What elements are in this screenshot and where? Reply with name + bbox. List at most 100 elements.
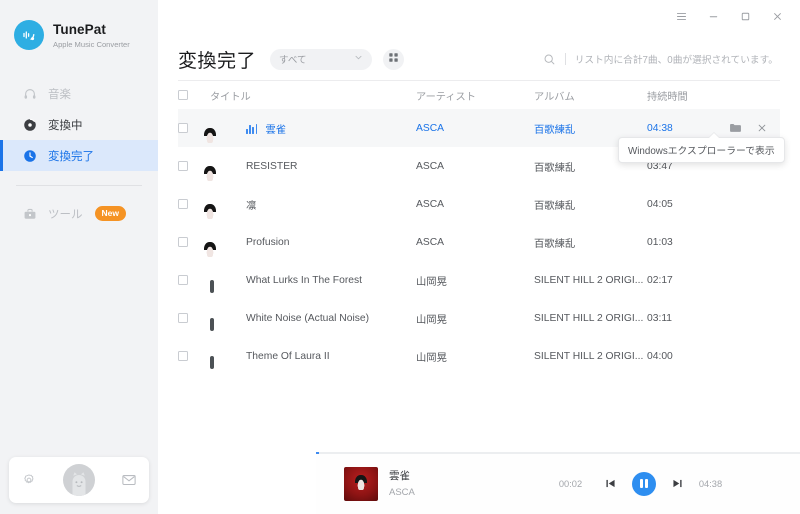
- header-divider: [564, 53, 566, 65]
- sidebar-item-music[interactable]: 音楽: [0, 78, 158, 109]
- row-checkbox[interactable]: [178, 275, 188, 285]
- row-artist: 山岡晃: [416, 276, 447, 288]
- close-button[interactable]: [762, 4, 792, 28]
- elapsed-time: 00:02: [558, 478, 583, 489]
- app-window: TunePat Apple Music Converter 音楽 変換中 変換完…: [0, 0, 800, 514]
- next-track-icon[interactable]: [671, 477, 684, 490]
- headphones-icon: [22, 86, 38, 102]
- row-artist: ASCA: [416, 236, 445, 248]
- column-duration: 持続時間: [647, 91, 688, 103]
- total-time: 04:38: [698, 478, 723, 489]
- row-checkbox[interactable]: [178, 161, 188, 171]
- select-all-checkbox-cell: [178, 90, 210, 100]
- row-album: 百歌練乱: [534, 238, 576, 250]
- player-bar: 雲雀 ASCA 00:02 04:38: [316, 452, 800, 514]
- row-checkbox[interactable]: [178, 199, 188, 209]
- maximize-button[interactable]: [730, 4, 760, 28]
- now-playing-art: [344, 466, 378, 501]
- row-title: 凛: [246, 200, 257, 212]
- select-all-checkbox[interactable]: [178, 90, 188, 100]
- row-album: SILENT HILL 2 ORIGI...: [534, 274, 644, 286]
- now-playing-meta: 雲雀 ASCA: [389, 470, 415, 498]
- row-title: 雲雀: [265, 124, 287, 136]
- column-title: タイトル: [210, 91, 251, 103]
- page-header: 変換完了 すべて リスト内に合計7曲、0曲が選択されています。: [158, 32, 800, 80]
- player-controls: 00:02 04:38: [558, 471, 729, 496]
- tooltip: Windowsエクスプローラーで表示: [618, 132, 785, 163]
- envelope-icon[interactable]: [121, 474, 136, 486]
- converting-icon: [22, 117, 38, 133]
- sidebar-item-converted[interactable]: 変換完了: [0, 140, 158, 171]
- sidebar-divider: [16, 185, 142, 186]
- row-duration: 04:05: [647, 198, 673, 210]
- previous-track-icon[interactable]: [604, 477, 617, 490]
- column-artist: アーティスト: [416, 91, 476, 103]
- row-checkbox[interactable]: [178, 237, 188, 247]
- row-artist: 山岡晃: [416, 352, 447, 364]
- row-duration: 02:17: [647, 274, 673, 286]
- table-row[interactable]: What Lurks In The Forest 山岡晃 SILENT HILL…: [178, 261, 780, 299]
- new-badge: New: [94, 206, 126, 221]
- row-album: SILENT HILL 2 ORIGI...: [534, 350, 644, 362]
- table-row[interactable]: Profusion ASCA 百歌練乱 01:03: [178, 223, 780, 261]
- table-header-row: タイトル アーティスト アルバム 持続時間: [178, 81, 780, 109]
- grid-view-toggle[interactable]: [383, 48, 405, 70]
- header-right: リスト内に合計7曲、0曲が選択されています。: [543, 52, 780, 66]
- sidebar-item-label: 変換完了: [48, 150, 94, 163]
- row-title: Profusion: [246, 236, 290, 248]
- playback-progress-bar[interactable]: [316, 452, 800, 454]
- search-icon[interactable]: [543, 53, 556, 66]
- table-row[interactable]: Theme Of Laura II 山岡晃 SILENT HILL 2 ORIG…: [178, 337, 780, 375]
- filter-dropdown-value: すべて: [279, 55, 307, 66]
- sidebar-item-converting[interactable]: 変換中: [0, 109, 158, 140]
- app-name: TunePat: [53, 21, 106, 37]
- row-album: SILENT HILL 2 ORIGI...: [534, 312, 644, 324]
- minimize-button[interactable]: [698, 4, 728, 28]
- chevron-down-icon: [354, 53, 363, 65]
- now-playing-icon: [246, 123, 258, 134]
- pause-icon[interactable]: [631, 471, 656, 496]
- row-artist: 山岡晃: [416, 314, 447, 326]
- now-playing-artist: ASCA: [389, 486, 415, 498]
- row-checkbox[interactable]: [178, 313, 188, 323]
- row-checkbox[interactable]: [178, 351, 188, 361]
- filter-dropdown[interactable]: すべて: [270, 48, 373, 70]
- sidebar-item-label: 変換中: [48, 119, 83, 132]
- row-title: RESISTER: [246, 160, 298, 172]
- table-row[interactable]: 凛 ASCA 百歌練乱 04:05: [178, 185, 780, 223]
- sidebar-item-label: ツール: [48, 208, 83, 221]
- row-duration: 03:11: [647, 312, 673, 324]
- clock-icon: [22, 148, 38, 164]
- brand: TunePat Apple Music Converter: [0, 0, 158, 56]
- now-playing-title: 雲雀: [389, 469, 410, 482]
- selection-count-text: リスト内に合計7曲、0曲が選択されています。: [574, 55, 778, 66]
- row-artist: ASCA: [416, 122, 445, 134]
- row-duration: 01:03: [647, 236, 673, 248]
- avatar[interactable]: [62, 464, 95, 496]
- gear-icon[interactable]: [22, 473, 36, 487]
- row-title: What Lurks In The Forest: [246, 274, 362, 286]
- track-table: タイトル アーティスト アルバム 持続時間 雲雀 ASCA 百歌練乱 04:38: [158, 81, 800, 375]
- grid-view-icon: [388, 50, 399, 68]
- close-icon[interactable]: [756, 122, 768, 134]
- toolbox-icon: [22, 206, 38, 222]
- row-artist: ASCA: [416, 160, 445, 172]
- row-checkbox[interactable]: [178, 123, 188, 133]
- row-album: 百歌練乱: [534, 124, 576, 136]
- main-content: 変換完了 すべて リスト内に合計7曲、0曲が選択されています。 タイトル アーテ…: [158, 0, 800, 514]
- hamburger-menu-icon[interactable]: [666, 4, 696, 28]
- sidebar: TunePat Apple Music Converter 音楽 変換中 変換完…: [0, 0, 158, 514]
- folder-icon[interactable]: [729, 122, 742, 134]
- table-row[interactable]: White Noise (Actual Noise) 山岡晃 SILENT HI…: [178, 299, 780, 337]
- row-duration: 04:00: [647, 350, 673, 362]
- column-album: アルバム: [534, 91, 575, 103]
- titlebar: [158, 0, 800, 32]
- playback-progress-fill: [316, 452, 320, 454]
- row-album: 百歌練乱: [534, 200, 576, 212]
- sidebar-item-label: 音楽: [48, 88, 71, 101]
- app-logo-icon: [14, 20, 44, 50]
- app-subtitle: Apple Music Converter: [53, 39, 130, 49]
- page-title: 変換完了: [178, 50, 257, 72]
- sidebar-item-tools[interactable]: ツール New: [0, 198, 158, 229]
- row-title: White Noise (Actual Noise): [246, 312, 370, 324]
